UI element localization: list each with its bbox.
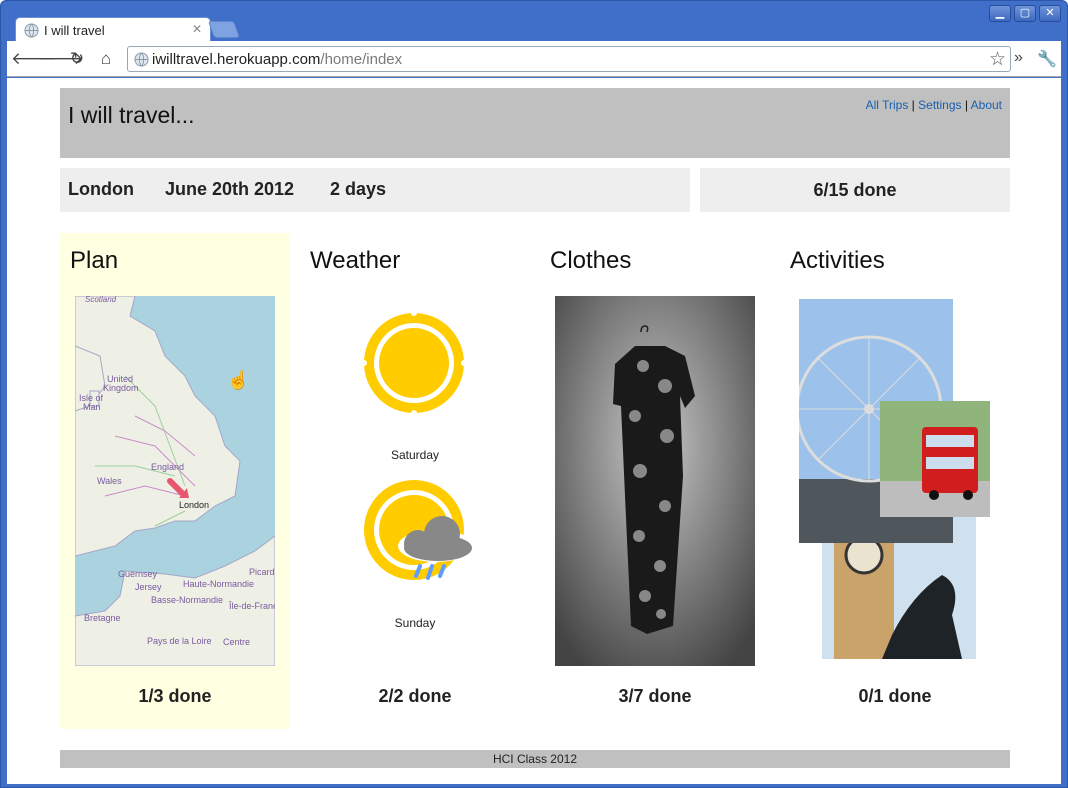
map-label: Basse-Normandie <box>151 595 223 605</box>
trip-info-bar: London June 20th 2012 2 days <box>60 168 690 212</box>
activities-done: 0/1 done <box>858 686 932 706</box>
weather-day-sunday: Sunday <box>394 616 436 630</box>
map-label: Haute-Normandie <box>183 579 254 589</box>
trip-duration: 2 days <box>330 179 387 199</box>
map-label: Kingdom <box>103 383 139 393</box>
map-label: Jersey <box>135 582 162 592</box>
plan-title: Plan <box>70 247 119 274</box>
wrench-menu-icon[interactable]: 🔧 <box>1037 49 1057 69</box>
activities-title: Activities <box>790 247 885 274</box>
clothes-column[interactable]: Clothes 3/7 done <box>540 233 770 729</box>
map-thumbnail[interactable]: Scotland United Kingdom Isle of Man Engl… <box>75 296 275 666</box>
page-info-icon[interactable] <box>134 52 149 67</box>
dress-image[interactable] <box>555 296 755 666</box>
weather-day-saturday: Saturday <box>390 448 440 462</box>
page-content: I will travel... All Trips | Settings | … <box>7 78 1061 784</box>
hand-cursor-icon: ☝ <box>227 370 250 390</box>
tab-title: I will travel <box>44 23 105 38</box>
map-label: Wales <box>97 476 122 486</box>
trip-date: June 20th 2012 <box>165 179 295 199</box>
map-label: Man <box>83 402 101 412</box>
site-footer: HCI Class 2012 <box>60 750 1010 768</box>
extensions-chevron-icon[interactable]: » <box>1014 49 1023 67</box>
activities-column[interactable]: Activities 0/1 done <box>780 233 1010 729</box>
plan-column[interactable]: Plan Scotland United Kingdom Isle of Man… <box>60 233 290 729</box>
map-label: Picardie <box>249 567 275 577</box>
nav-all-trips[interactable]: All Trips <box>866 98 909 112</box>
weather-title: Weather <box>310 247 401 274</box>
forward-arrow-icon[interactable]: 🡒 <box>38 49 84 69</box>
map-label: Centre <box>223 637 250 647</box>
close-tab-icon[interactable]: ✕ <box>192 22 202 36</box>
nav-settings[interactable]: Settings <box>918 98 961 112</box>
address-bar[interactable]: iwilltravel.herokuapp.com/home/index ☆ <box>127 46 1011 72</box>
map-label: England <box>151 462 184 472</box>
red-bus-photo[interactable] <box>880 401 990 517</box>
weather-done: 2/2 done <box>378 686 452 706</box>
map-label: Pays de la Loire <box>147 636 212 646</box>
sun-rain-icon <box>364 480 474 580</box>
site-header: I will travel... All Trips | Settings | … <box>60 88 1010 158</box>
minimize-button[interactable]: ▁ <box>989 5 1011 22</box>
reload-icon[interactable]: ↻ <box>66 49 88 69</box>
map-label: Guernsey <box>118 569 158 579</box>
plan-done: 1/3 done <box>138 686 212 706</box>
url-text: iwilltravel.herokuapp.com/home/index <box>152 51 403 68</box>
browser-toolbar: 🡐 🡒 ↻ ⌂ iwilltravel.herokuapp.com/home/i… <box>7 41 1061 77</box>
new-tab-button[interactable] <box>207 21 241 38</box>
browser-window: I will travel ✕ ▁ ▢ ✕ 🡐 🡒 ↻ ⌂ iwilltrave… <box>0 0 1068 788</box>
home-icon[interactable]: ⌂ <box>95 49 117 69</box>
sunny-icon <box>362 311 466 415</box>
top-nav: All Trips | Settings | About <box>865 98 1002 112</box>
map-label: Île-de-France <box>228 601 275 611</box>
maximize-button[interactable]: ▢ <box>1014 5 1036 22</box>
browser-tab[interactable]: I will travel ✕ <box>15 17 211 42</box>
site-title: I will travel... <box>68 102 195 128</box>
map-label: Bretagne <box>84 613 121 623</box>
window-controls: ▁ ▢ ✕ <box>989 5 1061 22</box>
weather-column[interactable]: Weather Saturday Sunday 2/2 done <box>300 233 530 729</box>
back-arrow-icon[interactable]: 🡐 <box>11 49 57 69</box>
map-image: Scotland United Kingdom Isle of Man Engl… <box>75 296 275 666</box>
map-label: Scotland <box>85 296 117 304</box>
nav-about[interactable]: About <box>971 98 1002 112</box>
clothes-done: 3/7 done <box>618 686 692 706</box>
globe-icon <box>24 23 39 38</box>
map-label: London <box>179 500 209 510</box>
overall-progress: 6/15 done <box>700 168 1010 212</box>
trip-city: London <box>68 179 134 199</box>
bookmark-star-icon[interactable]: ☆ <box>989 48 1006 71</box>
close-window-button[interactable]: ✕ <box>1039 5 1061 22</box>
clothes-title: Clothes <box>550 247 632 274</box>
tab-strip: I will travel ✕ ▁ ▢ ✕ <box>1 1 1067 42</box>
